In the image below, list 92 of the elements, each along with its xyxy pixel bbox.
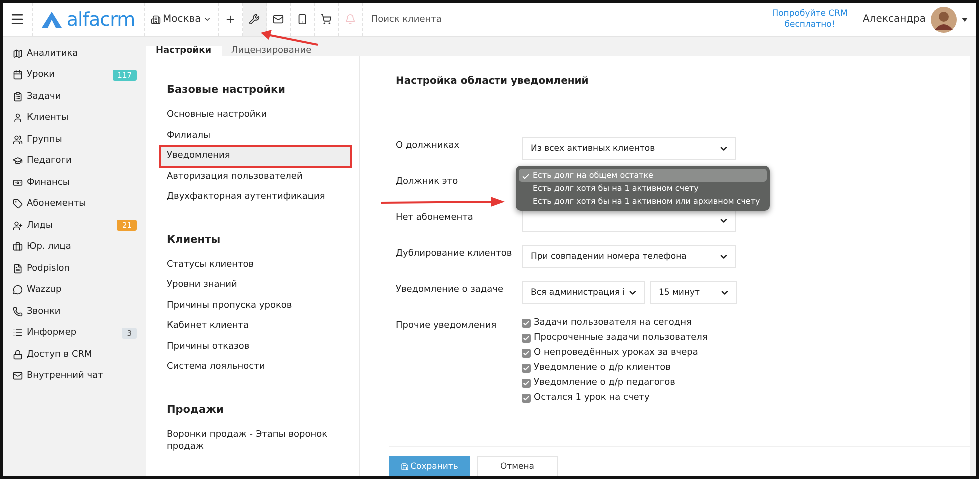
sidebar-item[interactable]: Педагоги xyxy=(13,150,143,172)
form-title: Настройка области уведомлений xyxy=(396,76,590,87)
settings-link[interactable]: Двухфакторная аутентификация xyxy=(160,187,351,208)
sidebar-item[interactable]: Podpislon xyxy=(13,258,143,280)
plus-icon xyxy=(225,14,236,25)
checkbox-label: Уведомление о д/р клиентов xyxy=(534,363,671,373)
chat-bubble-icon xyxy=(13,285,23,296)
graduation-cap-icon xyxy=(13,156,23,166)
checkbox-label: Просроченные задачи пользователя xyxy=(534,333,708,343)
sidebar-item[interactable]: Клиенты xyxy=(13,108,143,129)
banknote-icon xyxy=(13,178,23,188)
lock-icon xyxy=(13,350,23,360)
checkbox[interactable] xyxy=(522,378,531,388)
avatar-icon[interactable] xyxy=(931,6,957,32)
phone-icon xyxy=(13,306,23,317)
settings-link[interactable]: Причины отказов xyxy=(160,336,351,357)
user-plus-icon xyxy=(13,220,23,231)
sidebar-item[interactable]: Звонки xyxy=(13,301,143,322)
settings-link[interactable]: Статусы клиентов xyxy=(160,254,351,275)
settings-link[interactable]: Авторизация пользователей xyxy=(160,166,351,187)
section-title: Продажи xyxy=(167,404,225,416)
tab[interactable]: Лицензирование xyxy=(222,46,322,56)
building-icon xyxy=(151,14,161,24)
user-icon xyxy=(13,113,23,124)
field-label: Должник это xyxy=(396,177,458,188)
checkbox[interactable] xyxy=(522,364,531,372)
caret-icon xyxy=(203,15,212,24)
field-label: Дублирование клиентов xyxy=(396,249,512,260)
settings-link[interactable]: Уровни знаний xyxy=(160,275,351,296)
users-icon xyxy=(13,134,23,145)
cart-icon xyxy=(321,14,332,25)
map-icon xyxy=(13,48,23,59)
checkbox-label: Задачи пользователя на сегодня xyxy=(534,318,692,328)
checkbox[interactable] xyxy=(522,348,531,358)
sidebar-item[interactable]: Внутренний чат xyxy=(13,366,143,387)
select-field[interactable]: 15 минут xyxy=(650,281,737,304)
dropdown-option[interactable]: Есть долг хотя бы на 1 активном или архивном счету xyxy=(519,195,767,208)
field-label: Прочие уведомления xyxy=(396,321,497,332)
settings-link[interactable]: Причины пропуска уроков xyxy=(160,296,351,316)
logo-text: alfacrm xyxy=(66,8,136,30)
sidebar-item[interactable]: Группы xyxy=(13,129,143,150)
field-label: Нет абонемента xyxy=(396,213,474,224)
checkbox[interactable] xyxy=(522,394,531,402)
wrench-icon-button[interactable] xyxy=(243,3,268,36)
menu-icon[interactable] xyxy=(10,12,25,27)
caret-icon[interactable] xyxy=(962,18,968,22)
user-name[interactable]: Александра xyxy=(863,14,926,25)
tag-icon xyxy=(13,199,23,210)
settings-link[interactable]: Основные настройки xyxy=(160,105,351,126)
checkbox-label: О непроведённых уроках за вчера xyxy=(534,348,698,358)
sidebar-item[interactable]: Доступ в CRM xyxy=(13,344,143,366)
sidebar-item[interactable]: Абонементы xyxy=(13,194,143,215)
select-field[interactable] xyxy=(522,209,736,232)
sidebar-item[interactable]: Аналитика xyxy=(13,43,143,64)
briefcase-icon xyxy=(13,242,23,252)
mail-icon xyxy=(273,14,284,25)
mail-icon xyxy=(13,371,23,382)
settings-link[interactable]: Система лояльности xyxy=(160,357,351,378)
branch-select[interactable]: Москва xyxy=(145,14,218,25)
field-label: Уведомление о задаче xyxy=(396,285,504,296)
bell-icon xyxy=(345,14,356,25)
cancel-button[interactable]: Отмена xyxy=(477,456,558,476)
clipboard-icon xyxy=(13,92,23,102)
calendar-icon xyxy=(13,70,23,80)
checkbox[interactable] xyxy=(522,318,531,328)
checkbox-label: Уведомление о д/р педагогов xyxy=(534,378,676,388)
settings-link[interactable]: Воронки продаж - Этапы воронок продаж xyxy=(160,424,351,458)
phone-icon xyxy=(297,14,308,25)
section-title: Клиенты xyxy=(167,234,222,246)
wrench-icon xyxy=(249,14,260,25)
check-icon xyxy=(522,173,530,181)
sidebar-item[interactable]: Wazzup xyxy=(13,280,143,301)
sidebar-item[interactable]: Задачи xyxy=(13,86,143,108)
settings-link[interactable]: Уведомления xyxy=(160,146,351,166)
list-icon xyxy=(13,328,23,338)
sidebar-item[interactable]: Финансы xyxy=(13,172,143,194)
logo-icon xyxy=(42,12,62,28)
checkbox-label: Остался 1 урок на счету xyxy=(534,393,650,403)
select-field[interactable]: При совпадении номера телефона xyxy=(522,245,736,268)
checkbox[interactable] xyxy=(522,334,531,342)
select-field[interactable]: Вся администрация і xyxy=(522,281,645,304)
sidebar-item[interactable]: Юр. лица xyxy=(13,236,143,258)
dropdown-option[interactable]: Есть долг хотя бы на 1 активном счету xyxy=(519,182,767,195)
save-icon xyxy=(400,462,409,470)
file-icon xyxy=(13,264,23,274)
settings-link[interactable]: Филиалы xyxy=(160,126,351,146)
settings-link[interactable]: Кабинет клиента xyxy=(160,316,351,336)
tab[interactable]: Настройки xyxy=(146,46,222,56)
section-title: Базовые настройки xyxy=(167,84,287,96)
promo-link[interactable]: Попробуйте CRM бесплатно! xyxy=(771,9,850,30)
select-field[interactable]: Из всех активных клиентов xyxy=(522,137,736,160)
field-label: О должниках xyxy=(396,141,460,152)
